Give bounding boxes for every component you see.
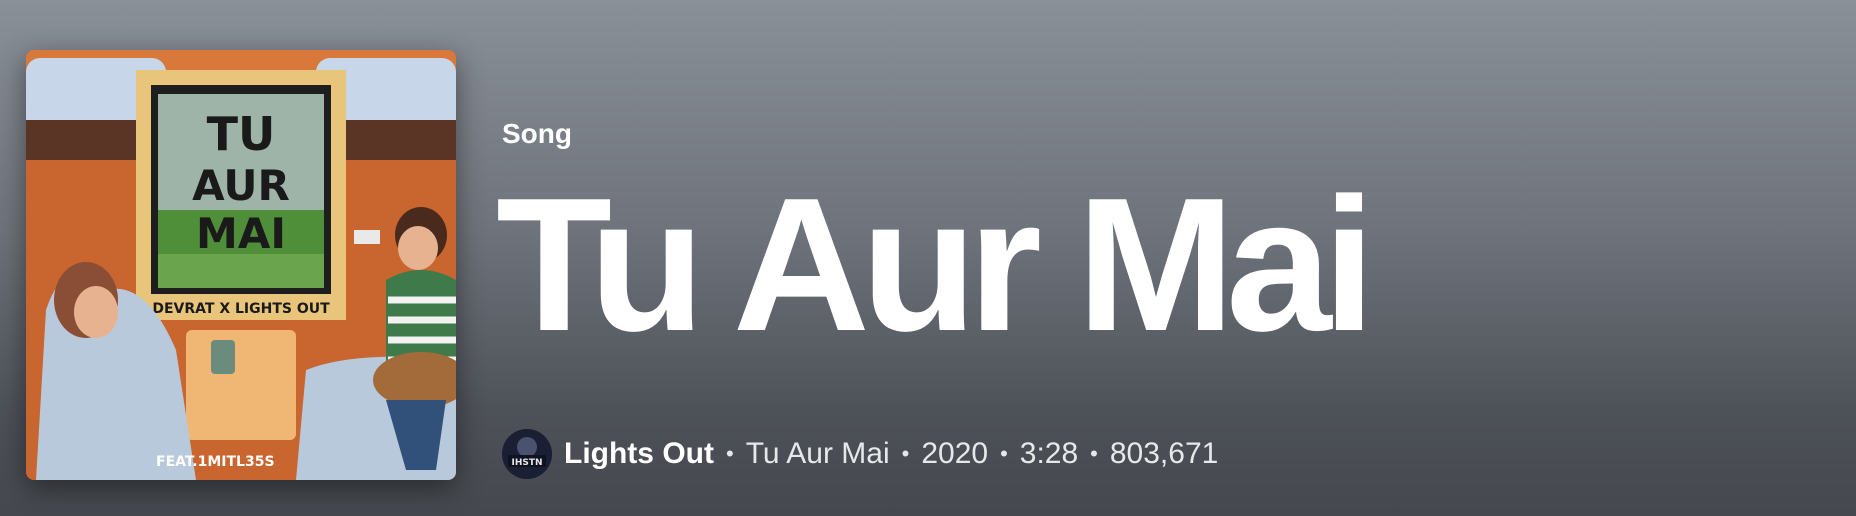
separator-dot: • [725,441,734,466]
cover-title-line-2: AUR [192,161,290,210]
release-year: 2020 [921,437,989,470]
avatar-text: IHSTN [511,458,542,468]
cover-title-line-1: TU [207,107,276,161]
play-count: 803,671 [1109,437,1219,470]
type-label: Song [502,118,572,149]
cover-title-line-3: MAI [196,209,286,258]
song-meta: IHSTN Lights Out • Tu Aur Mai • 2020 • 3… [502,429,1219,479]
cover-feat: FEAT.1MITL35S [156,454,275,470]
separator-dot: • [1000,441,1008,466]
artist-avatar[interactable]: IHSTN [502,429,552,479]
cover-credits: DEVRAT X LIGHTS OUT [152,301,330,317]
separator-dot: • [1090,441,1098,466]
song-duration: 3:28 [1019,437,1079,470]
artist-link[interactable]: Lights Out [564,437,714,471]
song-title: Tu Aur Mai [496,159,1375,371]
separator-dot: • [901,441,910,466]
album-cover[interactable]: TU AUR MAI DEVRAT X LIGHTS OUT FEAT.1MIT… [26,50,456,480]
album-link[interactable]: Tu Aur Mai [746,437,890,471]
